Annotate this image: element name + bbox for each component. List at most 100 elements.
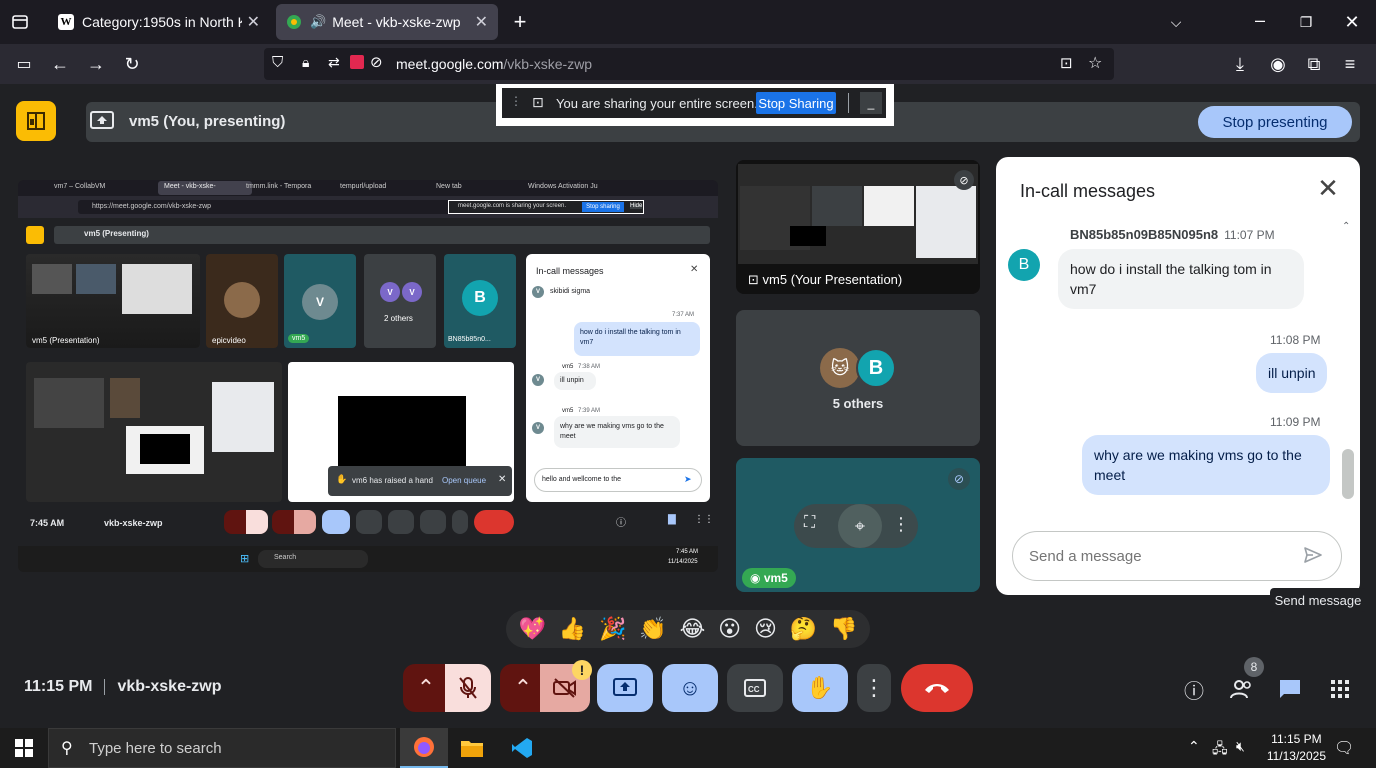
leave-call-button[interactable] bbox=[901, 664, 973, 712]
more-options-icon[interactable]: ⋮ bbox=[892, 514, 912, 538]
tab-meet[interactable]: 🔊 Meet - vkb-xske-zwp ✕ bbox=[276, 4, 498, 40]
presentation-main-tile[interactable]: vm7 – CollabVM Meet - vkb-xske- tmmm.lin… bbox=[18, 180, 718, 572]
close-chat-icon[interactable]: ✕ bbox=[1316, 175, 1340, 201]
sparkling-heart-reaction[interactable]: 💖 bbox=[518, 616, 545, 642]
surprised-reaction[interactable]: 😮 bbox=[718, 616, 741, 642]
chat-icon[interactable] bbox=[1277, 676, 1303, 702]
meeting-code: vkb-xske-zwp bbox=[117, 678, 222, 695]
tracking-protection-icon[interactable]: ⛉ bbox=[272, 54, 283, 71]
send-reaction-button[interactable]: ☺ bbox=[662, 664, 718, 712]
clapping-reaction[interactable]: 👏 bbox=[639, 616, 666, 642]
stop-presenting-button[interactable]: Stop presenting bbox=[1198, 106, 1352, 138]
firefox-view-icon[interactable] bbox=[8, 10, 32, 34]
pin-icon[interactable]: ⌖ bbox=[838, 504, 882, 548]
nested-vm5-tile: V vm5 bbox=[284, 254, 356, 348]
others-count-label: 5 others bbox=[832, 396, 884, 411]
crying-reaction[interactable]: 😢 bbox=[754, 616, 777, 642]
taskbar-search[interactable]: ⚲ Type here to search bbox=[48, 728, 396, 768]
minimize-icon[interactable]: – bbox=[1248, 8, 1272, 32]
present-now-button[interactable] bbox=[597, 664, 653, 712]
close-tab-icon[interactable]: ✕ bbox=[475, 12, 488, 32]
account-icon[interactable]: ◉ bbox=[1266, 52, 1290, 76]
in-call-messages-panel: In-call messages ✕ ⌃ BN85b85n09B85N095n8… bbox=[996, 157, 1360, 595]
chat-scrollbar[interactable] bbox=[1342, 449, 1354, 499]
nested-tab: tmmm.link - Tempora bbox=[246, 183, 312, 190]
taskbar-clock[interactable]: 11:15 PM 11/13/2025 bbox=[1267, 731, 1326, 765]
present-screen-icon bbox=[613, 678, 637, 696]
tears-of-joy-reaction[interactable]: 😂 bbox=[680, 616, 706, 642]
volume-muted-icon[interactable]: 🔇︎ bbox=[1236, 738, 1245, 755]
thinking-reaction[interactable]: 🤔 bbox=[790, 616, 817, 642]
clock-time: 11:15 PM bbox=[1271, 732, 1322, 746]
vscode-taskbar-icon[interactable] bbox=[498, 728, 546, 768]
share-screen-icon: ⊡ bbox=[532, 94, 544, 110]
scroll-up-icon[interactable]: ⌃ bbox=[1342, 221, 1356, 233]
meet-page: vm5 (You, presenting) Stop presenting ⋮ … bbox=[0, 84, 1376, 728]
send-message-tooltip: Send message bbox=[1270, 588, 1366, 612]
new-tab-icon[interactable]: + bbox=[508, 9, 532, 34]
share-notice-text: You are sharing your entire screen. bbox=[556, 96, 758, 111]
url-bar[interactable]: ⛉ 🔒︎ ⇄ ⊘ meet.google.com/vkb-xske-zwp ⊡ … bbox=[264, 48, 1114, 80]
chat-message: how do i install the talking tom in vm7 bbox=[1058, 249, 1304, 309]
drag-handle-icon[interactable]: ⋮ bbox=[510, 94, 522, 108]
lock-icon[interactable]: 🔒︎ bbox=[302, 54, 309, 71]
thumbs-down-reaction[interactable]: 👎 bbox=[830, 616, 857, 642]
show-hidden-icons[interactable]: ⌃ bbox=[1188, 738, 1200, 755]
forward-icon[interactable]: → bbox=[84, 52, 108, 76]
presentation-logo-icon bbox=[27, 112, 45, 130]
vm5-tile[interactable]: ⊘ ⛶ ⌖ ⋮ ◉ vm5 bbox=[736, 458, 980, 592]
hide-notice-button[interactable]: _ bbox=[860, 92, 882, 114]
your-presentation-tile[interactable]: ⊘ ⊡ vm5 (Your Presentation) bbox=[736, 160, 980, 294]
svg-text:CC: CC bbox=[748, 685, 760, 694]
captions-button[interactable]: CC bbox=[727, 664, 783, 712]
start-button[interactable] bbox=[0, 728, 48, 768]
url-text[interactable]: meet.google.com/vkb-xske-zwp bbox=[396, 56, 592, 72]
network-icon[interactable]: 🖧︎ bbox=[1212, 738, 1228, 762]
nested-tab-bar: vm7 – CollabVM Meet - vkb-xske- tmmm.lin… bbox=[18, 180, 718, 196]
bookmark-star-icon[interactable]: ☆ bbox=[1088, 53, 1102, 73]
close-window-icon[interactable]: ✕ bbox=[1340, 10, 1364, 34]
menu-icon[interactable]: ≡ bbox=[1338, 52, 1362, 76]
more-options-button[interactable]: ⋮ bbox=[857, 664, 891, 712]
presenting-label: vm5 (You, presenting) bbox=[129, 113, 286, 130]
muted-mic-icon[interactable]: ⊘ bbox=[370, 53, 383, 71]
list-tabs-icon[interactable]: ⌵ bbox=[1164, 10, 1188, 34]
tab-wikipedia[interactable]: W Category:1950s in North Korea ✕ bbox=[48, 4, 270, 40]
others-tile[interactable]: 🐱 B 5 others bbox=[736, 310, 980, 446]
extensions-icon[interactable]: ⧉ bbox=[1302, 52, 1326, 76]
file-explorer-taskbar-icon[interactable] bbox=[448, 728, 496, 768]
close-tab-icon[interactable]: ✕ bbox=[247, 12, 260, 32]
raise-hand-button[interactable]: ✋ bbox=[792, 664, 848, 712]
nested-chat: In-call messages ✕ V skibidi sigma 7:37 … bbox=[526, 254, 710, 502]
windows-taskbar: ⚲ Type here to search ⌃ 🖧︎ 🔇︎ 11:15 PM 1… bbox=[0, 728, 1376, 768]
notifications-icon[interactable]: 🗨︎ bbox=[1334, 738, 1354, 758]
activities-button[interactable] bbox=[16, 101, 56, 141]
install-app-icon[interactable]: ⊡ bbox=[1060, 54, 1073, 72]
downloads-icon[interactable]: ⤓ bbox=[1228, 52, 1252, 76]
send-message-field[interactable] bbox=[1012, 531, 1342, 581]
party-popper-reaction[interactable]: 🎉 bbox=[599, 616, 626, 642]
frame-icon[interactable]: ⛶ bbox=[804, 514, 828, 538]
maximize-icon[interactable]: ❐ bbox=[1294, 10, 1318, 34]
camera-warning-badge[interactable]: ! bbox=[572, 660, 592, 680]
thumbs-up-reaction[interactable]: 👍 bbox=[559, 616, 586, 642]
audio-settings-chevron[interactable]: ⌃ bbox=[403, 664, 449, 712]
microphone-button[interactable] bbox=[445, 664, 491, 712]
stop-sharing-button[interactable]: Stop Sharing bbox=[756, 92, 836, 114]
screen-sharing-icon[interactable] bbox=[350, 55, 364, 69]
back-icon[interactable]: ← bbox=[48, 52, 72, 76]
firefox-taskbar-icon[interactable] bbox=[400, 728, 448, 768]
people-icon[interactable] bbox=[1229, 676, 1255, 702]
send-message-icon[interactable] bbox=[1303, 545, 1327, 569]
presentation-label: ⊡ vm5 (Your Presentation) bbox=[748, 272, 903, 287]
activities-grid-icon[interactable] bbox=[1327, 676, 1353, 702]
nested-tab: Meet - vkb-xske- bbox=[164, 183, 216, 190]
audio-playing-icon[interactable]: 🔊 bbox=[310, 14, 326, 30]
meeting-details-icon[interactable]: ⓘ bbox=[1181, 676, 1207, 703]
chat-title: In-call messages bbox=[1020, 181, 1156, 201]
sidebar-icon[interactable]: ▭ bbox=[12, 52, 36, 76]
reload-icon[interactable]: ↻ bbox=[120, 52, 144, 76]
camera-off-icon bbox=[553, 678, 576, 698]
message-input[interactable] bbox=[1029, 546, 1289, 566]
permissions-icon[interactable]: ⇄ bbox=[328, 54, 340, 71]
